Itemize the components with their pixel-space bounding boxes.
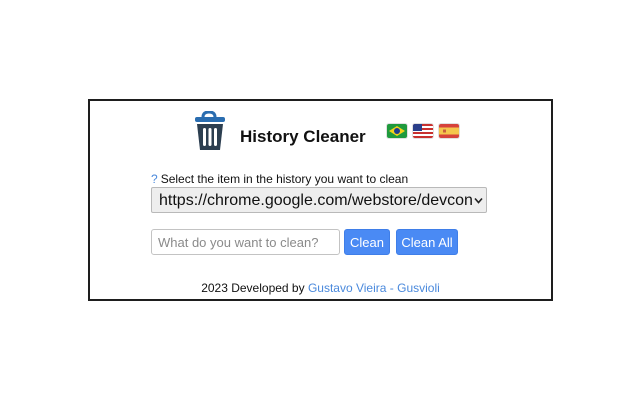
clean-term-input[interactable]: [151, 229, 340, 255]
clean-button[interactable]: Clean: [344, 229, 390, 255]
app-title: History Cleaner: [240, 127, 366, 146]
history-item-select[interactable]: https://chrome.google.com/webstore/devco…: [151, 187, 487, 213]
footer: 2023 Developed by Gustavo Vieira - Gusvi…: [90, 281, 551, 295]
selected-history-item: https://chrome.google.com/webstore/devco…: [159, 192, 472, 209]
select-label: Select the item in the history you want …: [160, 172, 409, 186]
usa-flag-icon[interactable]: [413, 124, 433, 138]
trash-can-icon: [195, 111, 225, 150]
brazil-flag-icon[interactable]: [387, 124, 407, 138]
author-link[interactable]: Gustavo Vieira - Gusvioli: [308, 281, 440, 295]
footer-text: 2023 Developed by: [201, 281, 305, 295]
language-switcher: [387, 124, 459, 138]
chevron-down-icon: [474, 197, 483, 204]
header: History Cleaner: [194, 111, 494, 155]
help-icon[interactable]: ?: [151, 172, 158, 186]
spain-flag-icon[interactable]: [439, 124, 459, 138]
history-cleaner-popup: History Cleaner ? Select the item in the…: [88, 99, 553, 301]
clean-all-button[interactable]: Clean All: [396, 229, 458, 255]
select-label-row: ? Select the item in the history you want…: [151, 172, 408, 186]
